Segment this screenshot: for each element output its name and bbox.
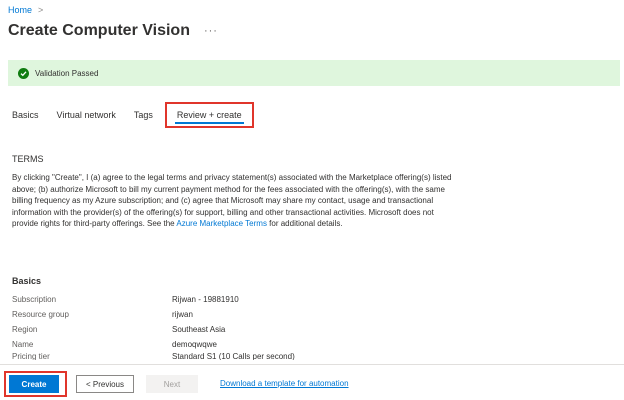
tab-virtual-network[interactable]: Virtual network [57,102,116,128]
detail-value: rijwan [172,310,193,319]
active-tab-underline [174,122,244,124]
terms-heading: TERMS [12,154,44,164]
tab-review-create[interactable]: Review + create [164,102,254,128]
detail-row: Region Southeast Asia [12,322,452,337]
validation-text: Validation Passed [35,68,99,78]
detail-value: Rijwan - 19881910 [172,295,239,304]
validation-banner: Validation Passed [8,60,620,86]
detail-key: Name [12,340,34,349]
footer-bar: Create < Previous Next Download a templa… [0,364,624,400]
terms-text: By clicking "Create", I (a) agree to the… [12,172,452,230]
breadcrumb-separator: > [38,5,44,15]
basics-section-title: Basics [12,276,42,286]
detail-value: Standard S1 (10 Calls per second) [172,352,295,360]
tab-review-create-label: Review + create [176,110,242,120]
detail-row: Name demoqwqwe [12,337,452,352]
detail-key: Region [12,325,38,334]
detail-key: Pricing tier [12,352,50,360]
tab-bar: Basics Virtual network Tags Review + cre… [12,102,272,128]
detail-row: Pricing tier Standard S1 (10 Calls per s… [12,352,452,360]
detail-value: Southeast Asia [172,325,226,334]
check-circle-icon [18,67,29,79]
terms-body-end: for additional details. [266,219,343,228]
download-template-link[interactable]: Download a template for automation [220,379,349,388]
more-options-icon[interactable]: ··· [204,25,218,37]
breadcrumb: Home > [8,5,43,15]
detail-row: Resource group rijwan [12,307,452,322]
previous-button[interactable]: < Previous [76,375,134,393]
detail-key: Resource group [12,310,69,319]
detail-value: demoqwqwe [172,340,217,349]
create-button[interactable]: Create [9,375,59,393]
tab-basics[interactable]: Basics [12,102,39,128]
azure-marketplace-terms-link[interactable]: Azure Marketplace Terms [176,219,267,228]
detail-row: Subscription Rijwan - 19881910 [12,292,452,307]
detail-key: Subscription [12,295,57,304]
page-title: Create Computer Vision [8,22,190,39]
tab-tags[interactable]: Tags [134,102,153,128]
next-button: Next [146,375,198,393]
breadcrumb-home-link[interactable]: Home [8,5,32,15]
title-row: Create Computer Vision ··· [8,22,218,40]
basics-details: Subscription Rijwan - 19881910 Resource … [12,292,452,360]
